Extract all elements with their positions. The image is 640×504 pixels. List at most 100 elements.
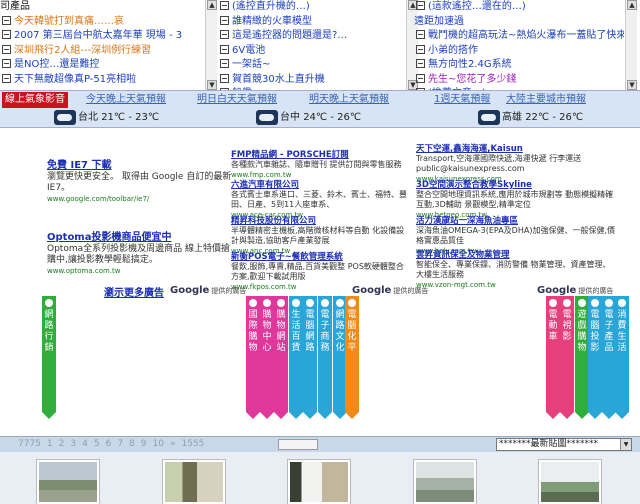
news-item-link[interactable]: 遠距加速過 [414, 16, 464, 27]
news-item[interactable]: 無方向性2.4G系統 [414, 58, 624, 73]
news-item[interactable]: 先生~您花了多少錢 [414, 73, 624, 88]
tab-weekly-forecast[interactable]: 1週天氣預報 [434, 92, 490, 108]
thumb-river[interactable] [37, 460, 99, 504]
news-item[interactable]: (遙控直升機的…) [218, 0, 408, 15]
page-number[interactable]: 5 [94, 439, 100, 449]
news-item-link[interactable]: 誰精緻的火車模型 [232, 16, 312, 27]
news-item[interactable]: 深圳飛行2人組---深圳例行練習 [0, 44, 205, 59]
page-number[interactable]: 10 [153, 439, 164, 449]
strip-dot-icon [292, 299, 300, 307]
news-item[interactable]: 賀首競30水上直升機 [218, 73, 408, 88]
news-item[interactable]: 司產品 [0, 0, 205, 15]
news-item[interactable]: 6V電池 [218, 44, 408, 59]
tab-weather-video[interactable]: 線上氣象影音 [2, 92, 68, 108]
category-strip[interactable]: 網路行銷 [42, 296, 56, 419]
page-number[interactable]: 6 [106, 439, 112, 449]
strip-dot-icon [277, 299, 285, 307]
scroll-up-icon[interactable]: ▲ [207, 0, 217, 10]
category-strip[interactable]: 消費生活 [615, 296, 629, 419]
news-item-link[interactable]: 這是遙控器的問題還是?… [232, 30, 347, 41]
news-item-link[interactable]: 司產品 [0, 1, 30, 12]
news-item[interactable]: 遠距加速過 [414, 15, 624, 30]
news-item-link[interactable]: 深圳飛行2人組---深圳例行練習 [14, 45, 151, 56]
google-ads-label-3[interactable]: Google 提供的廣告 [537, 285, 613, 296]
page-number[interactable]: 7 [117, 439, 123, 449]
thumb-people[interactable] [163, 460, 225, 504]
page-number[interactable]: 1555 [181, 439, 204, 449]
news-item[interactable]: 是NO控…還是難控 [0, 58, 205, 73]
thumb-pond[interactable] [539, 460, 601, 504]
news-item[interactable]: 2007 第三屆台中航太嘉年華 現場 - 3 [0, 29, 205, 44]
page-number[interactable]: 2 [59, 439, 65, 449]
chevron-down-icon[interactable]: ▼ [620, 439, 631, 450]
ad-right-4[interactable]: 雲昇資訊保全及物業管理 智能保全、專業保鏢、消防警備 物業管理、資產管理、大樓生… [416, 250, 616, 290]
news-item-link[interactable]: 今天韓號打到真痛……哀 [14, 16, 124, 27]
news-item[interactable]: 今天韓號打到真痛……哀 [0, 15, 205, 30]
category-strip[interactable]: 購物網站 [274, 296, 288, 419]
tab-tonight-forecast[interactable]: 今天晚上天氣預報 [86, 92, 166, 108]
news-item-link[interactable]: 戰鬥機的超高玩法~熱焰火瀑布一蓋貼了快來看 [428, 30, 624, 41]
category-strip[interactable]: 遊戲購物 [575, 296, 589, 419]
news-item[interactable]: (這款遙控…還在的…) [414, 0, 624, 15]
page-number[interactable]: 9 [141, 439, 147, 449]
news-item[interactable]: 戰鬥機的超高玩法~熱焰火瀑布一蓋貼了快來看 [414, 29, 624, 44]
news-column-3: (這款遙控…還在的…) 遠距加速過戰鬥機的超高玩法~熱焰火瀑布一蓋貼了快來看 小弟的… [414, 0, 624, 90]
category-strip[interactable]: 電腦投影 [588, 296, 602, 419]
news-item[interactable]: 一架話~ [218, 58, 408, 73]
page-number[interactable]: » [170, 439, 176, 449]
news-item[interactable]: 這是遙控器的問題還是?… [218, 29, 408, 44]
tab-tomorrow-night-forecast[interactable]: 明天晚上天氣預報 [309, 92, 389, 108]
page-number[interactable]: 8 [129, 439, 135, 449]
news-item-link[interactable]: 先生~您花了多少錢 [428, 74, 516, 85]
news-item-link[interactable]: 天下無敵超像真P-51亮相啦 [14, 74, 136, 85]
news-item-link[interactable]: (這款遙控…還在的…) [428, 1, 526, 12]
news-scrollbar-3[interactable]: ▲ ▼ [625, 0, 637, 90]
category-strip[interactable]: 國際購物 [246, 296, 260, 419]
category-strip[interactable]: 生活百貨 [289, 296, 303, 419]
tab-china-forecast[interactable]: 大陸主要城市預報 [506, 92, 586, 108]
news-item-link[interactable]: 6V電池 [232, 45, 265, 56]
ad-left-1[interactable]: 免費 IE7 下載 瀏覽更快更安全。 取得由 Google 自訂的最新 IE7。… [47, 160, 232, 205]
category-strip[interactable]: 電腦網路 [303, 296, 317, 419]
ad-mid-2[interactable]: 六進汽車有限公司 各式賓士車系進口、三菱、鈴木、賓士、福特、豐田、日產、5到11… [231, 180, 411, 220]
google-ads-label-1[interactable]: Google 提供的廣告 [170, 285, 246, 296]
news-item[interactable]: 天下無敵超像真P-51亮相啦 [0, 73, 205, 88]
news-item[interactable]: 誰精緻的火車模型 [218, 15, 408, 30]
scroll-up-icon[interactable]: ▲ [627, 0, 637, 10]
category-strip[interactable]: 電動車 [546, 296, 560, 419]
news-scrollbar-1[interactable]: ▲ ▼ [205, 0, 217, 90]
news-item-link[interactable]: 小弟的搭作 [428, 45, 478, 56]
category-strip[interactable]: 電視影 [560, 296, 574, 419]
scroll-down-icon[interactable]: ▼ [627, 80, 637, 90]
page-jump-input[interactable] [278, 439, 318, 450]
city-weather-taichung: 台中 24℃ - 26℃ [256, 109, 361, 127]
news-item[interactable]: 小弟的搭作 [414, 44, 624, 59]
thumb-lake[interactable] [414, 460, 476, 504]
ad-right-2[interactable]: 3D空間演示整合教學Skyline 整合空間地理資訊系統,應用於城市規劃等 動態… [416, 180, 616, 220]
news-item-link[interactable]: 2007 第三屆台中航太嘉年華 現場 - 3 [14, 30, 182, 41]
page-number[interactable]: 7775 [18, 439, 41, 449]
google-ads-label-2[interactable]: Google 提供的廣告 [352, 285, 428, 296]
ad-left-2[interactable]: Optoma投影機商品便宜中 Optoma全系列投影機及周邊商品 線上特價搶購中… [47, 232, 232, 277]
category-strip[interactable]: 電子商務 [318, 296, 332, 419]
scroll-down-icon[interactable]: ▼ [207, 80, 217, 90]
category-strip[interactable]: 電子產品 [602, 296, 616, 419]
news-item-link[interactable]: 賀首競30水上直升機 [232, 74, 325, 85]
more-ads-link[interactable]: 瀏示更多廣告 [104, 284, 164, 299]
page-number[interactable]: 4 [82, 439, 88, 449]
ad-mid-1[interactable]: FMP精品網 - PORSCHE訂閱 各種款汽車雜誌、隨車贈刊 提供訂閱與零售服… [231, 150, 411, 180]
ad-right-1[interactable]: 天下空運,鑫海海運,Kaisun Transport,空海運國際快遞,海運快遞 … [416, 144, 616, 184]
page-number[interactable]: 3 [70, 439, 76, 449]
ad-mid-3[interactable]: 精昇科技股份有限公司 半導體精密主機板,高階微核材料等自動 化設備設計與製造,協… [231, 216, 411, 256]
strip-label: 國際購物 [248, 310, 258, 353]
news-item-link[interactable]: (遙控直升機的…) [232, 1, 310, 12]
thumb-group[interactable] [288, 460, 350, 504]
latest-posts-select[interactable]: *******最新貼圖******* ▼ [496, 438, 632, 451]
category-strip[interactable]: 電腦化平 [345, 296, 359, 419]
category-strip[interactable]: 購物中心 [260, 296, 274, 419]
news-item-link[interactable]: 一架話~ [232, 59, 270, 70]
news-item-link[interactable]: 無方向性2.4G系統 [428, 59, 512, 70]
page-number[interactable]: 1 [47, 439, 53, 449]
news-item-link[interactable]: 是NO控…還是難控 [14, 59, 99, 70]
tab-tomorrow-day-forecast[interactable]: 明日白天天氣預報 [197, 92, 277, 108]
